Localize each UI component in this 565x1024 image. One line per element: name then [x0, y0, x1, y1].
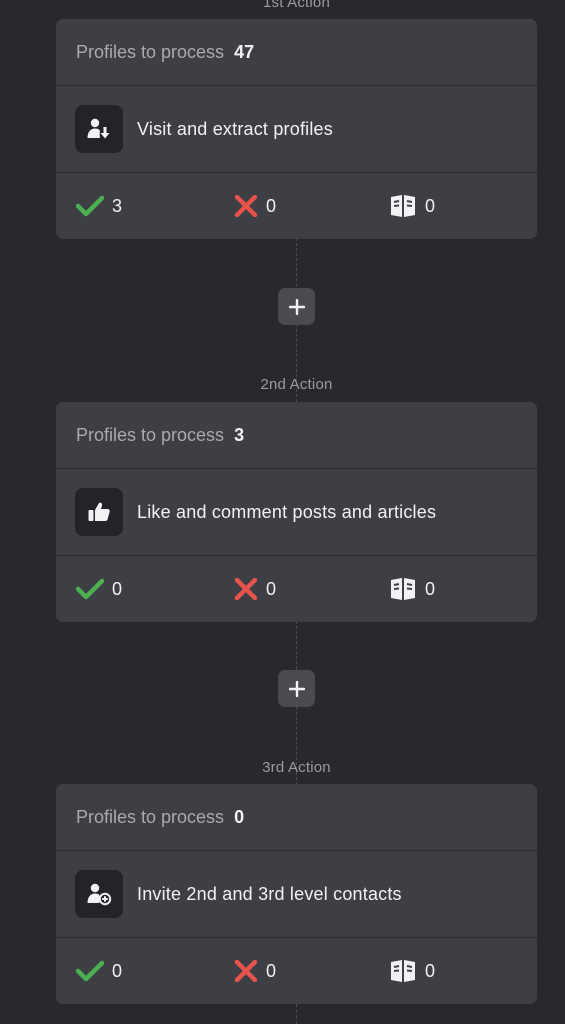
success-stat: 0 — [76, 556, 122, 622]
skip-icon — [391, 578, 415, 600]
profiles-label: Profiles to process — [76, 41, 225, 62]
add-action-button[interactable] — [278, 288, 315, 325]
skipped-count: 0 — [425, 960, 436, 981]
user-add-icon — [75, 870, 123, 918]
skipped-count: 0 — [425, 578, 436, 599]
action-stats: 0 0 0 — [56, 556, 537, 622]
action-stats: 3 0 0 — [56, 173, 537, 239]
action-card-3[interactable]: Profiles to process 0 Invite 2nd and 3rd… — [56, 784, 537, 1004]
cross-icon — [234, 578, 258, 600]
profiles-count: 47 — [234, 41, 255, 62]
cross-icon — [234, 960, 258, 982]
profiles-to-process: Profiles to process 47 — [56, 19, 537, 86]
user-download-icon — [75, 105, 123, 153]
connector-line — [296, 1004, 297, 1024]
success-count: 0 — [112, 578, 123, 599]
profiles-to-process: Profiles to process 0 — [56, 784, 537, 851]
thumbs-up-icon — [75, 488, 123, 536]
success-stat: 3 — [76, 173, 122, 239]
success-stat: 0 — [76, 938, 122, 1004]
success-count: 0 — [112, 960, 123, 981]
skip-icon — [391, 960, 415, 982]
profiles-count: 3 — [234, 424, 245, 445]
skipped-stat: 0 — [389, 173, 435, 239]
action-row[interactable]: Like and comment posts and articles — [56, 469, 537, 556]
action-title: Invite 2nd and 3rd level contacts — [137, 883, 402, 904]
action-label-1: 1st Action — [262, 0, 331, 11]
check-icon — [76, 195, 104, 217]
failed-count: 0 — [266, 960, 277, 981]
action-label-2: 2nd Action — [260, 376, 333, 393]
check-icon — [76, 960, 104, 982]
action-card-2[interactable]: Profiles to process 3 Like and comment p… — [56, 402, 537, 622]
skipped-stat: 0 — [389, 938, 435, 1004]
cross-icon — [234, 195, 258, 217]
profiles-label: Profiles to process — [76, 424, 225, 445]
failed-stat: 0 — [234, 556, 276, 622]
action-title: Like and comment posts and articles — [137, 501, 437, 522]
plus-icon — [288, 298, 305, 315]
check-icon — [76, 578, 104, 600]
action-row[interactable]: Invite 2nd and 3rd level contacts — [56, 851, 537, 938]
skipped-stat: 0 — [389, 556, 435, 622]
action-stats: 0 0 0 — [56, 938, 537, 1004]
failed-stat: 0 — [234, 173, 276, 239]
action-row[interactable]: Visit and extract profiles — [56, 86, 537, 173]
success-count: 3 — [112, 195, 123, 216]
failed-count: 0 — [266, 195, 277, 216]
skip-icon — [391, 195, 415, 217]
add-action-button[interactable] — [278, 670, 315, 707]
skipped-count: 0 — [425, 195, 436, 216]
action-label-3: 3rd Action — [262, 759, 331, 776]
plus-icon — [288, 680, 305, 697]
failed-count: 0 — [266, 578, 277, 599]
action-card-1[interactable]: Profiles to process 47 Visit and extract… — [56, 19, 537, 239]
profiles-label: Profiles to process — [76, 806, 225, 827]
failed-stat: 0 — [234, 938, 276, 1004]
profiles-to-process: Profiles to process 3 — [56, 402, 537, 469]
profiles-count: 0 — [234, 806, 245, 827]
action-title: Visit and extract profiles — [137, 118, 333, 139]
